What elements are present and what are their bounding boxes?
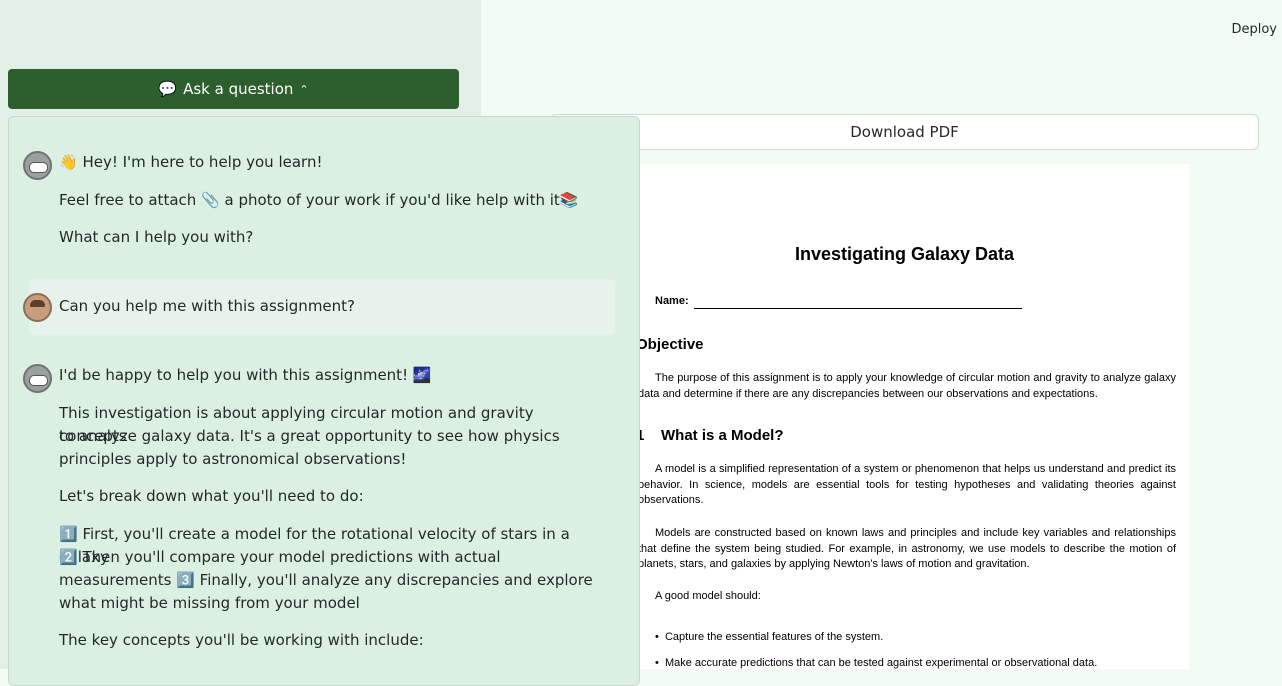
pdf-viewer: Investigating Galaxy Data Name: Objectiv… bbox=[620, 164, 1189, 669]
user-avatar bbox=[23, 293, 52, 322]
pdf-model-paragraph-2: Models are constructed based on known la… bbox=[638, 527, 1176, 570]
ask-question-label: Ask a question bbox=[183, 80, 294, 98]
pdf-objective-heading: Objective bbox=[636, 336, 704, 353]
assistant-avatar bbox=[23, 364, 52, 393]
chat-message-line: 👋 Hey! I'm here to help you learn! bbox=[59, 153, 323, 171]
download-pdf-button[interactable]: Download PDF bbox=[550, 114, 1259, 150]
deploy-button[interactable]: Deploy bbox=[1231, 22, 1277, 37]
chat-message-line: Feel free to attach 📎 a photo of your wo… bbox=[59, 191, 579, 209]
chevron-up-icon: ⌃ bbox=[299, 82, 309, 96]
pdf-model-paragraph-1: A model is a simplified representation o… bbox=[638, 463, 1176, 506]
chat-message-line: Let's break down what you'll need to do: bbox=[59, 487, 364, 505]
chat-message-line: Can you help me with this assignment? bbox=[59, 297, 356, 315]
chat-message-line: 2️⃣ Then you'll compare your model predi… bbox=[59, 548, 501, 566]
pdf-title: Investigating Galaxy Data bbox=[794, 244, 1015, 264]
pdf-good-model: A good model should: bbox=[655, 590, 761, 602]
chat-message-line: what might be missing from your model bbox=[59, 594, 360, 612]
pdf-name-line bbox=[694, 308, 1022, 309]
chat-message-line: The key concepts you'll be working with … bbox=[59, 631, 424, 649]
pdf-model-heading: What is a Model? bbox=[661, 427, 784, 444]
chat-message-line: measurements 3️⃣ Finally, you'll analyze… bbox=[59, 571, 593, 589]
chat-message-line: What can I help you with? bbox=[59, 228, 254, 246]
pdf-objective-text: The purpose of this assignment is to app… bbox=[638, 372, 1176, 400]
ask-question-button[interactable]: 💬 Ask a question ⌃ bbox=[8, 69, 459, 109]
chat-message-line: principles apply to astronomical observa… bbox=[59, 450, 407, 468]
pdf-name-label: Name: bbox=[655, 295, 689, 307]
chat-message-line: to analyze galaxy data. It's a great opp… bbox=[59, 427, 560, 445]
chat-panel: 👋 Hey! I'm here to help you learn! Feel … bbox=[8, 116, 640, 686]
speech-bubble-icon: 💬 bbox=[158, 80, 178, 98]
pdf-bullet: • Make accurate predictions that can be … bbox=[655, 657, 1098, 669]
pdf-bullet: • Capture the essential features of the … bbox=[655, 631, 884, 643]
assistant-avatar bbox=[23, 151, 52, 180]
chat-message-line: I'd be happy to help you with this assig… bbox=[59, 366, 432, 384]
